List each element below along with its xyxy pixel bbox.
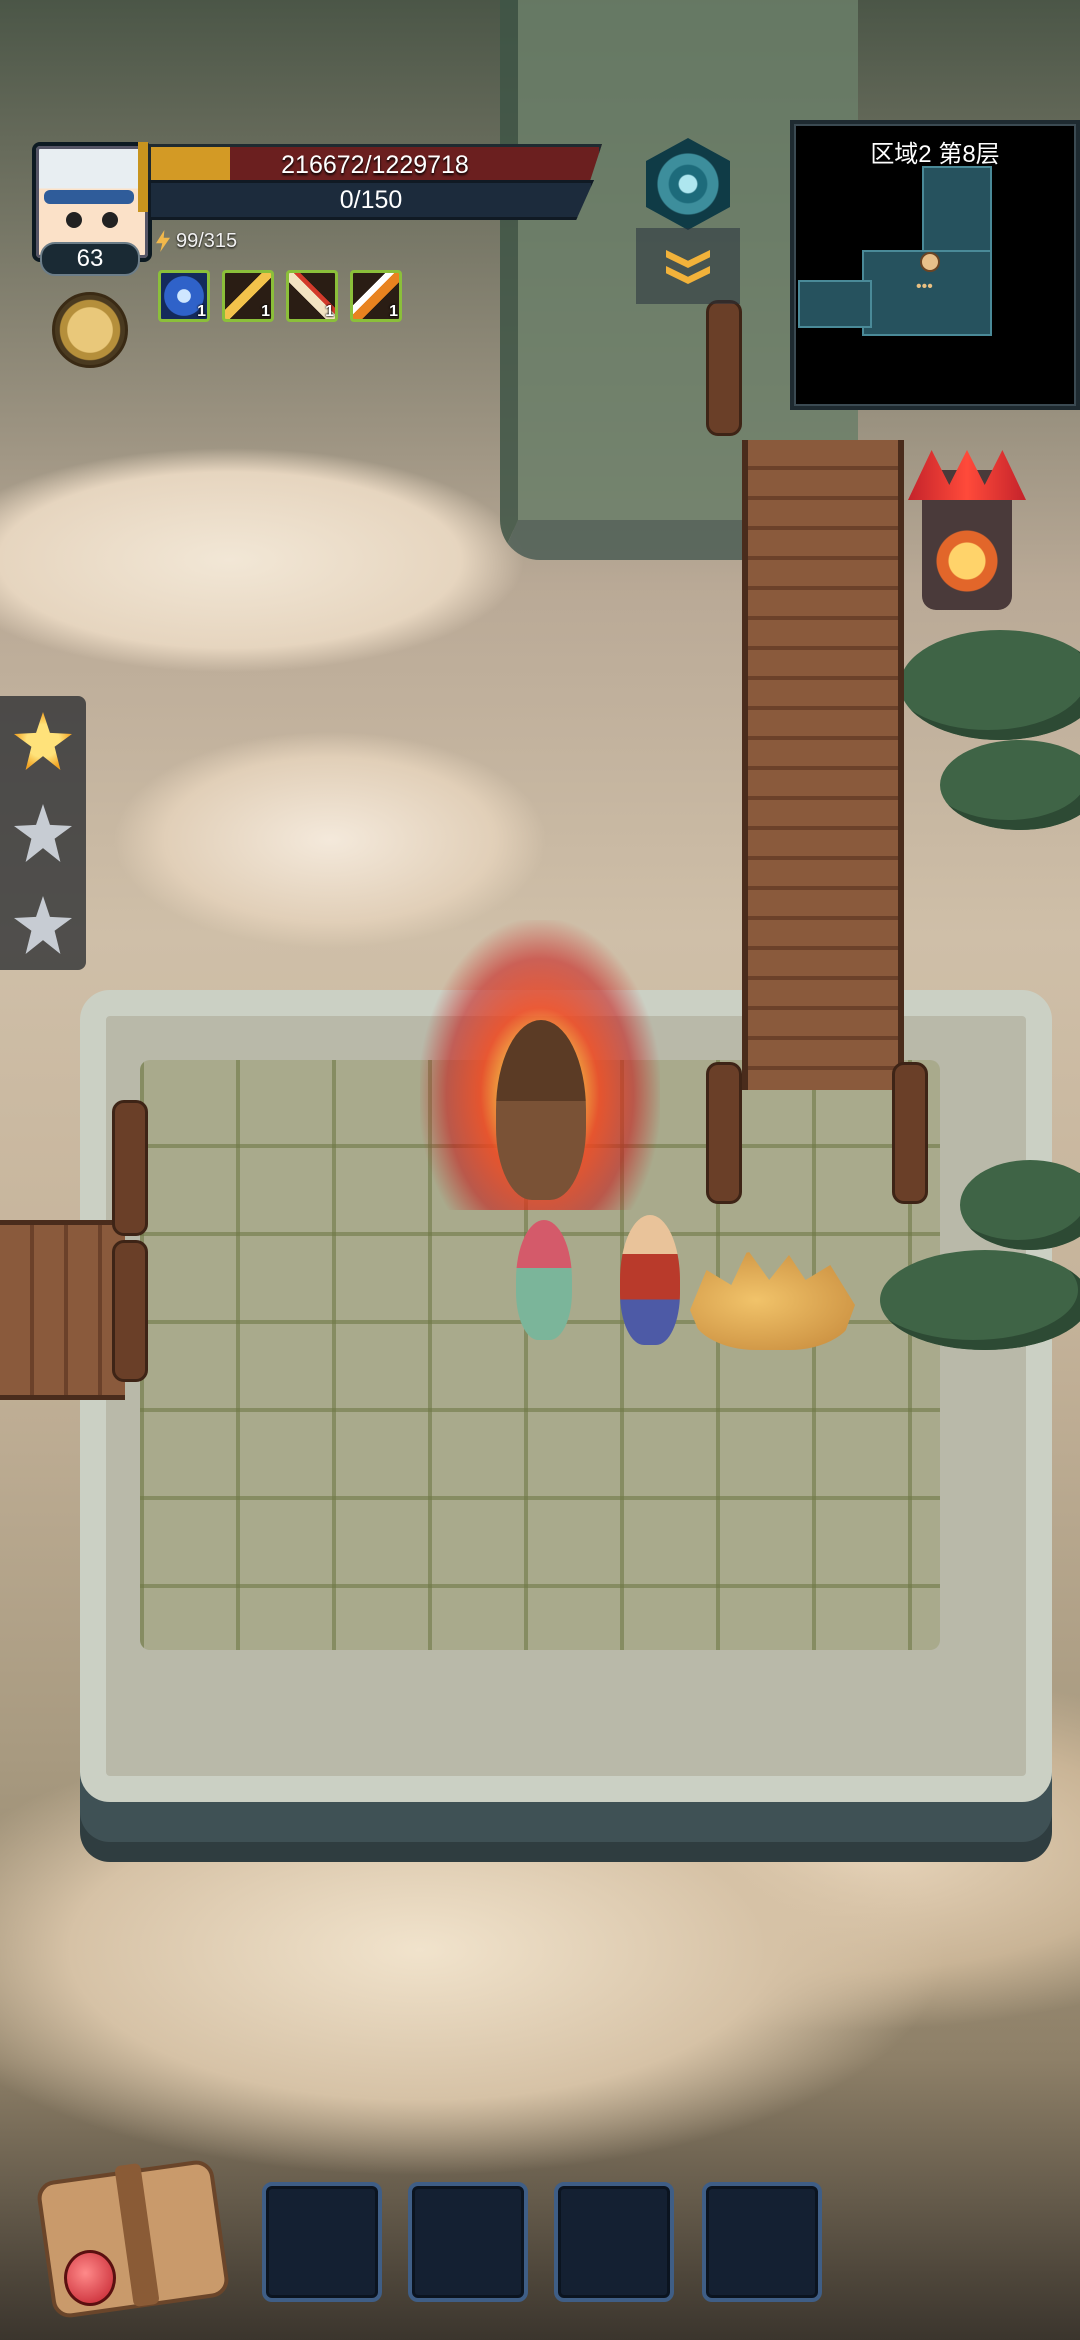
skill-bar: 1 1 1 1 bbox=[158, 270, 402, 322]
chevron-down-icon bbox=[666, 266, 710, 284]
avatar-eye bbox=[66, 212, 82, 228]
frog-pet-button[interactable] bbox=[52, 292, 128, 368]
minimap-floor-title: 区域2 第8层 bbox=[870, 141, 1000, 168]
paw-icon: ••• bbox=[916, 278, 933, 295]
crossed-blades-icon[interactable]: 1 bbox=[286, 270, 338, 322]
avatar-eye bbox=[102, 212, 118, 228]
inventory-slot-3[interactable] bbox=[554, 2182, 674, 2302]
left-wooden-bridge[interactable] bbox=[0, 1220, 125, 1400]
star-filled-icon bbox=[14, 712, 72, 770]
minimap-player-marker bbox=[920, 252, 940, 272]
frost-wheel-icon[interactable]: 1 bbox=[158, 270, 210, 322]
bridge-post bbox=[892, 1062, 928, 1204]
inventory-slot-4[interactable] bbox=[702, 2182, 822, 2302]
potion-icon bbox=[64, 2250, 116, 2306]
bridge-post bbox=[706, 300, 742, 436]
mp-text: 0/150 bbox=[339, 186, 403, 214]
bridge-post bbox=[706, 1062, 742, 1204]
star-rating-panel bbox=[0, 696, 86, 970]
rank-up-icon[interactable]: 1 bbox=[222, 270, 274, 322]
avatar-frame-accent bbox=[138, 142, 148, 212]
pine-tree bbox=[880, 1250, 1080, 1350]
skill-level: 1 bbox=[197, 303, 206, 320]
energy-text: 99/315 bbox=[176, 229, 238, 252]
bridge-post bbox=[112, 1240, 148, 1382]
fire-lantern[interactable] bbox=[922, 470, 1012, 610]
bear-hat-hero[interactable] bbox=[496, 1020, 586, 1200]
skill-level: 1 bbox=[261, 303, 270, 320]
inventory-slot-1[interactable] bbox=[262, 2182, 382, 2302]
bridge-post bbox=[112, 1100, 148, 1236]
wooden-bridge[interactable] bbox=[742, 440, 904, 1090]
minimap[interactable]: 区域2 第8层 ••• bbox=[790, 120, 1080, 410]
slash-burst-icon[interactable]: 1 bbox=[350, 270, 402, 322]
spear-boy-ally[interactable] bbox=[620, 1215, 680, 1345]
star-empty-icon bbox=[14, 896, 72, 954]
backpack-button[interactable] bbox=[34, 2150, 231, 2320]
energy-counter: 99/315 bbox=[156, 226, 237, 256]
headband bbox=[44, 190, 134, 204]
pink-hair-ally[interactable] bbox=[516, 1220, 572, 1340]
hp-text: 216672/1229718 bbox=[281, 151, 469, 179]
portal-icon bbox=[646, 138, 730, 230]
mp-bar: 0/150 bbox=[148, 180, 594, 220]
expand-menu-button[interactable] bbox=[636, 228, 740, 304]
chevron-down-icon bbox=[666, 250, 710, 268]
hp-bar: 216672/1229718 bbox=[148, 144, 602, 186]
minimap-room bbox=[798, 280, 872, 328]
star-empty-icon bbox=[14, 804, 72, 862]
inventory-slot-2[interactable] bbox=[408, 2182, 528, 2302]
lightning-icon bbox=[156, 230, 170, 252]
player-level-badge: 63 bbox=[40, 242, 140, 276]
skill-level: 1 bbox=[325, 303, 334, 320]
skill-level: 1 bbox=[389, 303, 398, 320]
